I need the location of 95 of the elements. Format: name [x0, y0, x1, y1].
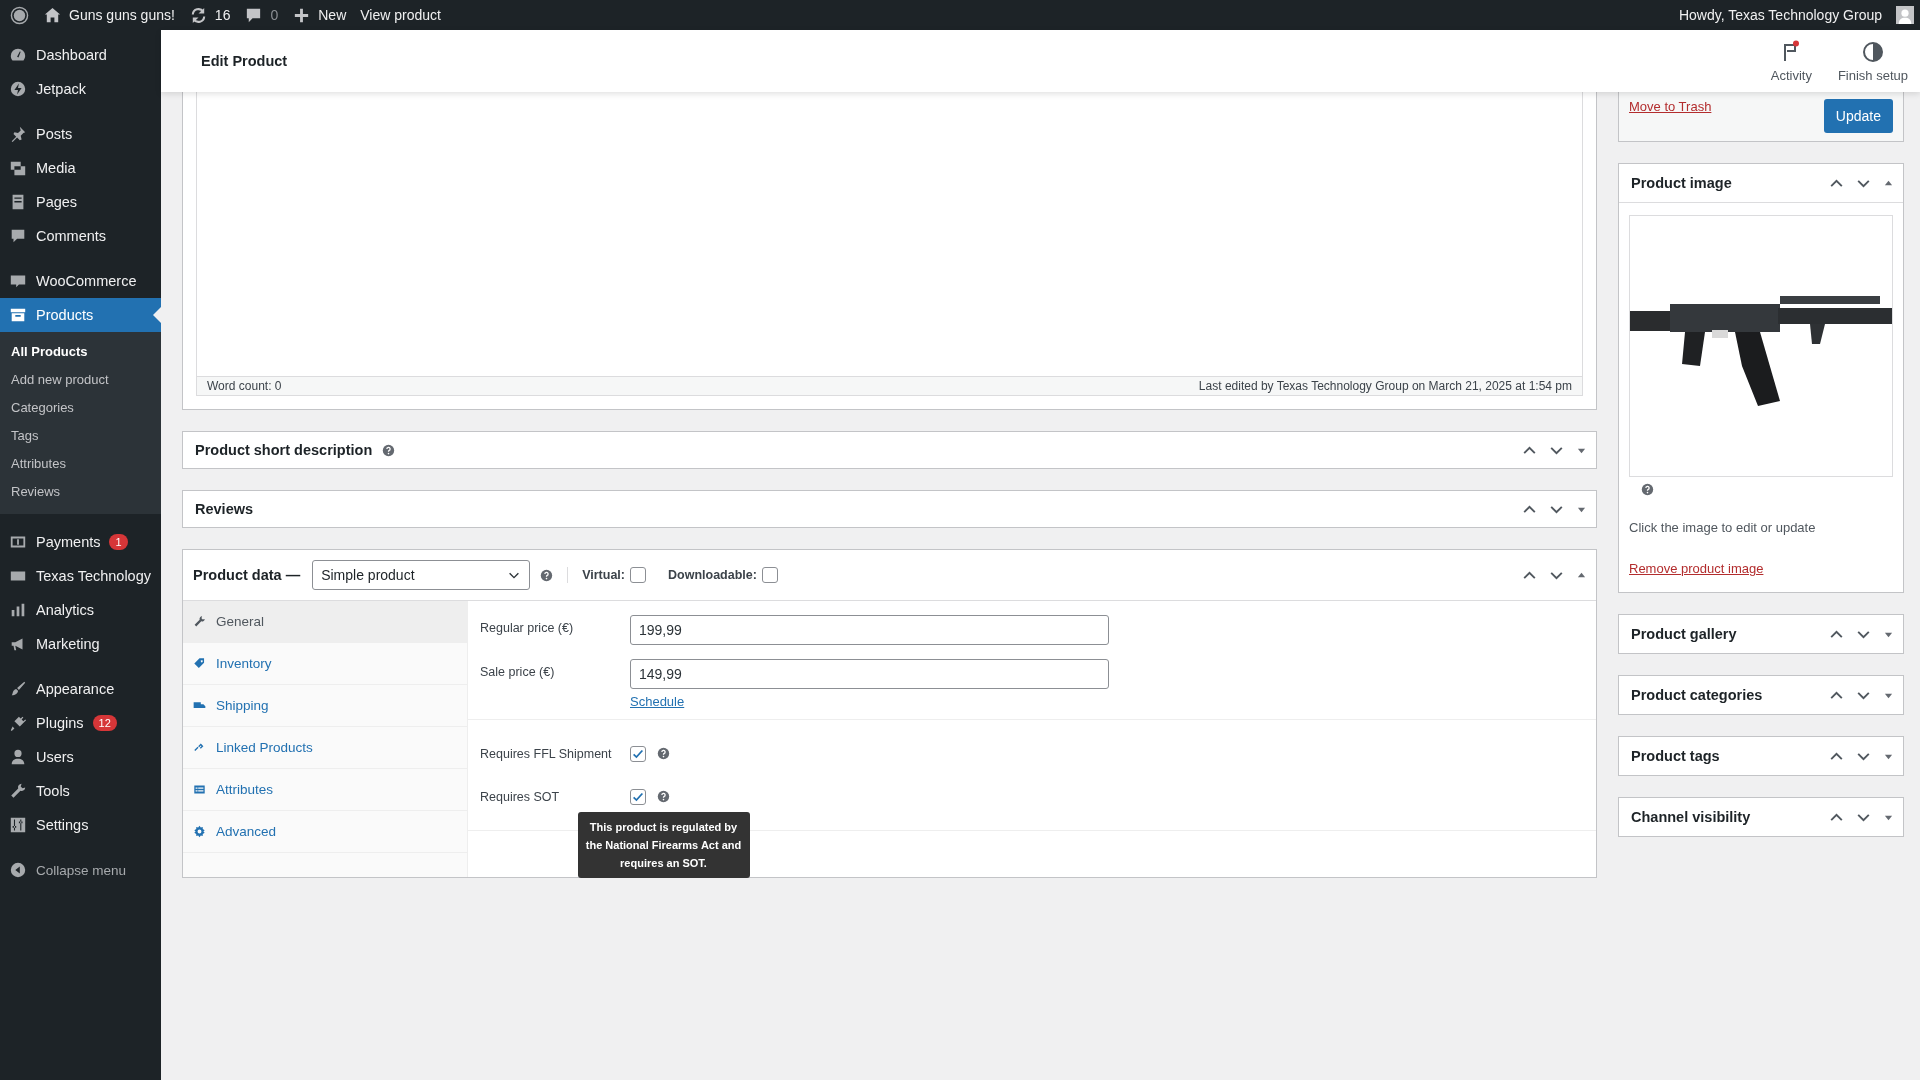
menu-item[interactable]: Appearance	[0, 672, 161, 706]
submenu-item[interactable]: Tags	[0, 422, 161, 450]
menu-item[interactable]: Dashboard	[0, 38, 161, 72]
collapse-menu-button[interactable]: Collapse menu	[0, 853, 161, 887]
checkbox[interactable]	[630, 788, 646, 805]
count-badge: 1	[109, 534, 128, 550]
page-title: Edit Product	[201, 53, 288, 69]
move-to-trash-link[interactable]: Move to Trash	[1629, 99, 1712, 114]
pushpin-icon	[9, 125, 27, 143]
collapse-icon	[9, 861, 27, 879]
menu-item[interactable]: Analytics	[0, 593, 161, 627]
menu-item[interactable]: Jetpack	[0, 72, 161, 106]
product-data-tab[interactable]: Inventory	[183, 643, 467, 685]
text-editor[interactable]: Word count: 0 Last edited by Texas Technology Group on March 21, 2025 at 1:54 pm	[196, 92, 1583, 396]
last-edited-note: Last edited by Texas Technology Group on March 21, 2025 at 1:54 pm	[1198, 379, 1572, 393]
submenu-item[interactable]: Reviews	[0, 478, 161, 506]
help-icon[interactable]	[540, 568, 554, 582]
menu-item[interactable]: Posts	[0, 117, 161, 151]
archive-box-icon	[9, 306, 27, 324]
updates-count[interactable]: 16	[214, 7, 231, 23]
menu-item[interactable]: Media	[0, 151, 161, 185]
view-product-link[interactable]: View product	[360, 7, 441, 23]
menu-item[interactable]: Users	[0, 740, 161, 774]
help-icon[interactable]	[382, 443, 396, 457]
menu-item[interactable]: Plugins 12	[0, 706, 161, 740]
submenu-item[interactable]: Attributes	[0, 450, 161, 478]
product-data-tab[interactable]: Advanced	[183, 811, 467, 853]
panel-title: Reviews	[195, 501, 254, 517]
menu-item[interactable]: Pages	[0, 185, 161, 219]
field-label: Sale price (€)	[480, 664, 556, 681]
bolt-icon	[9, 80, 27, 98]
media-icon	[9, 159, 27, 177]
menu-item[interactable]: WooCommerce	[0, 264, 161, 298]
panel-title: Product tags	[1631, 748, 1720, 764]
wrench-icon	[9, 782, 27, 800]
submenu-item[interactable]: Add new product	[0, 366, 161, 394]
menu-item[interactable]: Marketing	[0, 627, 161, 661]
product-data-tab[interactable]: General	[183, 601, 467, 643]
product-data-tab[interactable]: Linked Products	[183, 727, 467, 769]
header-action[interactable]: Finish setup	[1831, 39, 1914, 83]
toggle-arrow-icon[interactable]	[1577, 570, 1586, 580]
panel-title: Product categories	[1631, 687, 1763, 703]
panel-title: Product short description	[195, 442, 373, 458]
product-data-tab[interactable]: Attributes	[183, 769, 467, 811]
menu-item[interactable]: Products	[0, 298, 161, 332]
settings-icon	[193, 825, 206, 838]
checkbox[interactable]	[630, 745, 646, 762]
brush-icon	[9, 680, 27, 698]
menu-item[interactable]: Comments	[0, 219, 161, 253]
schedule-link[interactable]: Schedule	[630, 694, 685, 709]
product-type-select[interactable]: Simple product	[312, 560, 531, 590]
submenu-item[interactable]: Categories	[0, 394, 161, 422]
checkbox[interactable]	[630, 567, 646, 583]
option-label: Virtual:	[582, 568, 625, 582]
count-badge: 12	[92, 715, 117, 731]
field-label: Regular price (€)	[480, 620, 575, 637]
header-action[interactable]: Activity	[1764, 39, 1818, 83]
help-icon[interactable]	[657, 747, 670, 760]
sliders-icon	[9, 816, 27, 834]
panel-title: Product gallery	[1631, 626, 1737, 642]
word-count: Word count: 0	[207, 379, 282, 393]
panel-title: Product data —	[193, 567, 301, 583]
home-icon[interactable]	[43, 5, 62, 25]
submenu-item[interactable]: All Products	[0, 338, 161, 366]
wordpress-logo-icon[interactable]	[10, 5, 29, 25]
image-hint: Click the image to edit or update	[1629, 520, 1817, 535]
menu-item[interactable]: Payments 1	[0, 525, 161, 559]
option-label: Downloadable:	[668, 568, 757, 582]
help-icon[interactable]	[1641, 483, 1654, 496]
menu-item[interactable]: Tools	[0, 774, 161, 808]
greeting-link[interactable]: Howdy, Texas Technology Group	[1678, 7, 1882, 23]
price-input[interactable]: 199,99	[630, 615, 1109, 645]
field-label: Requires SOT	[480, 789, 561, 804]
tag-icon	[193, 657, 206, 670]
remove-image-link[interactable]: Remove product image	[1629, 561, 1764, 576]
menu-item[interactable]: Texas Technology	[0, 559, 161, 593]
field-label: Requires FFL Shipment	[480, 746, 613, 761]
bar-chart-icon	[9, 601, 27, 619]
tooltip: This product is regulated by the National Firearms Act and requires an SOT.	[577, 812, 750, 878]
contrast-icon	[1860, 39, 1885, 64]
help-icon[interactable]	[657, 790, 670, 803]
list-icon	[193, 783, 206, 796]
update-button[interactable]: Update	[1823, 99, 1893, 133]
comments-count[interactable]: 0	[270, 7, 279, 23]
wrench-icon	[193, 615, 206, 628]
new-link[interactable]: New	[318, 7, 347, 23]
checkbox[interactable]	[761, 567, 778, 583]
price-input[interactable]: 149,99	[630, 659, 1109, 689]
site-name-link[interactable]: Guns guns guns!	[69, 7, 175, 23]
panel-title: Product image	[1631, 175, 1732, 191]
product-data-tab[interactable]: Shipping	[183, 685, 467, 727]
panel-title: Channel visibility	[1631, 809, 1751, 825]
user-icon	[9, 748, 27, 766]
toggle-arrow-icon[interactable]	[1884, 178, 1893, 188]
menu-item[interactable]: Settings	[0, 808, 161, 842]
